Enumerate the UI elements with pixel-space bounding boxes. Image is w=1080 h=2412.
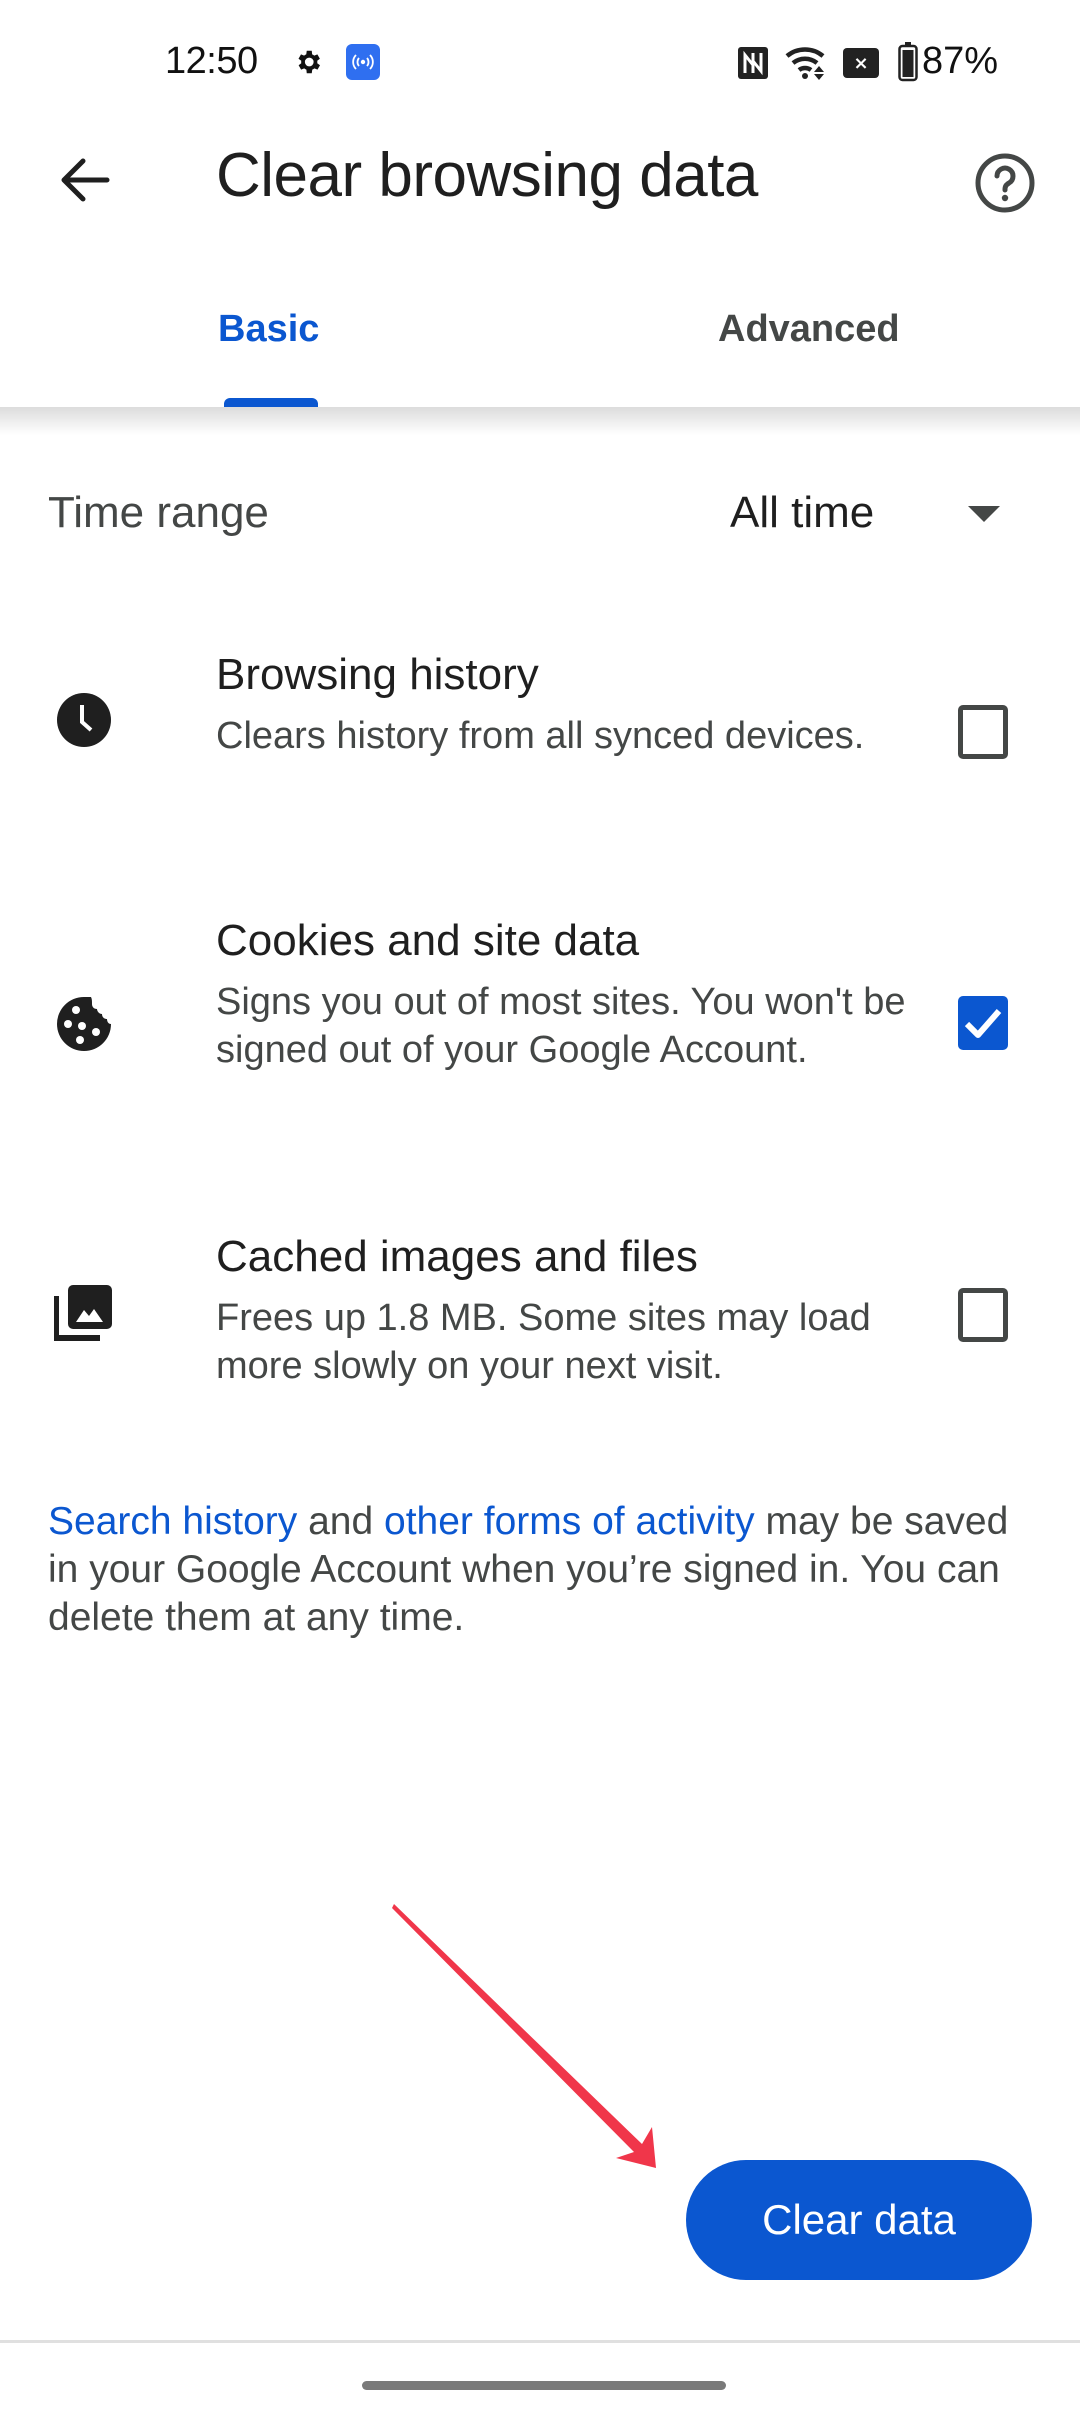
photo-library-icon (54, 1285, 112, 1341)
note-text: and (297, 1500, 385, 1543)
status-bar: 12:50 × 87% (0, 0, 1080, 130)
option-browsing-history[interactable]: Browsing history Clears history from all… (0, 650, 1080, 820)
cookie-icon (57, 997, 111, 1051)
tab-advanced[interactable]: Advanced (718, 308, 900, 351)
battery-percent: 87% (922, 40, 999, 82)
page-title: Clear browsing data (216, 141, 758, 210)
option-description: Clears history from all synced devices. (216, 715, 865, 757)
help-circle-icon (975, 153, 1035, 213)
tab-bar-shadow (0, 407, 1080, 435)
arrow-left-icon (61, 158, 110, 202)
nfc-icon (738, 47, 768, 79)
other-activity-link[interactable]: other forms of activity (384, 1500, 755, 1543)
account-activity-note: Search history and other forms of activi… (48, 1498, 1038, 1642)
option-cached-images[interactable]: Cached images and files Frees up 1.8 MB.… (0, 1232, 1080, 1402)
browsing-history-checkbox[interactable] (958, 705, 1008, 759)
wifi-icon (785, 47, 825, 80)
cookies-checkbox[interactable] (958, 996, 1008, 1050)
search-history-link[interactable]: Search history (48, 1500, 297, 1543)
time-range-value: All time (730, 488, 875, 537)
cached-images-checkbox[interactable] (958, 1288, 1008, 1342)
gear-icon (298, 50, 320, 74)
bottom-divider (0, 2340, 1080, 2343)
option-title: Cookies and site data (216, 916, 640, 965)
tab-bar: Basic Advanced (0, 260, 1080, 408)
no-sim-icon: × (843, 48, 879, 78)
option-description: Frees up 1.8 MB. Some sites may load mor… (216, 1297, 871, 1387)
clock-icon (57, 693, 111, 747)
help-button[interactable] (970, 148, 1040, 218)
option-description: Signs you out of most sites. You won't b… (216, 981, 906, 1071)
tab-basic[interactable]: Basic (218, 308, 319, 351)
clear-data-button[interactable]: Clear data (686, 2160, 1032, 2280)
option-cookies[interactable]: Cookies and site data Signs you out of m… (0, 916, 1080, 1136)
option-title: Browsing history (216, 650, 539, 699)
dropdown-arrow-icon (968, 506, 1000, 522)
option-title: Cached images and files (216, 1232, 698, 1281)
back-button[interactable] (50, 145, 120, 215)
time-range-dropdown[interactable]: All time (730, 478, 1030, 548)
hotspot-icon (346, 44, 380, 80)
status-time: 12:50 (165, 40, 258, 82)
time-range-label: Time range (48, 488, 269, 537)
annotation-arrow (392, 1904, 656, 2168)
gesture-nav-handle[interactable] (362, 2381, 726, 2390)
battery-icon (898, 42, 918, 82)
checkmark-icon (964, 1009, 1002, 1038)
